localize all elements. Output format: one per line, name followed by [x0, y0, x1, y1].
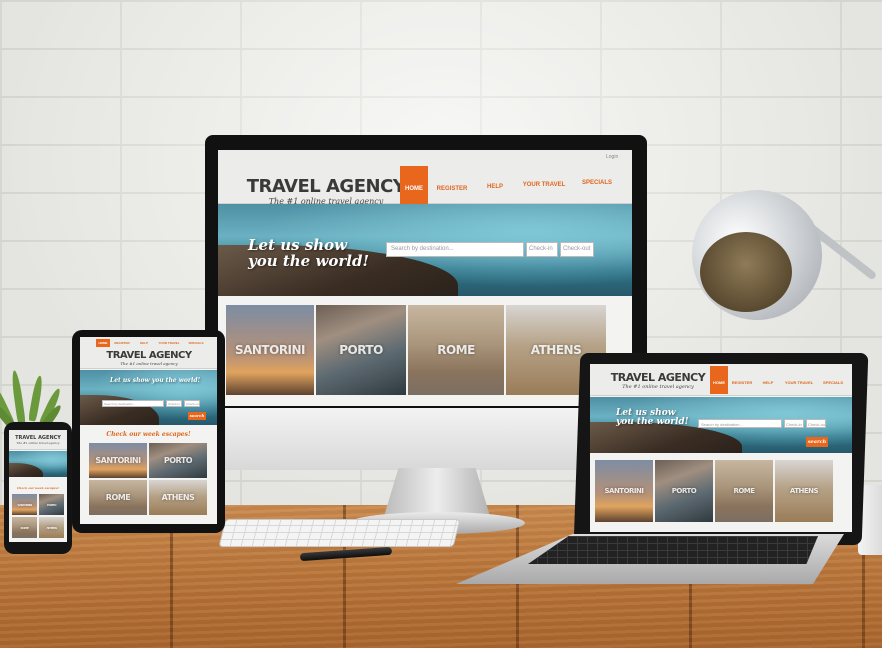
laptop-nav-home[interactable]: HOME [710, 366, 728, 394]
nav-register[interactable]: REGISTER [428, 166, 476, 204]
desktop-website: Login TRAVEL AGENCY The #1 online travel… [218, 150, 632, 406]
tablet-checkin-input[interactable]: Check-in [166, 400, 182, 407]
tablet-search-bar: Search by destination... Check-in Check-… [102, 400, 200, 407]
tablet-brand-title: TRAVEL AGENCY [106, 350, 192, 361]
tile-label: PORTO [339, 343, 383, 357]
laptop-tile-athens[interactable]: ATHENS [775, 460, 833, 522]
tablet-tile-santorini[interactable]: SANTORINI [89, 443, 147, 478]
search-bar: Search by destination... Check-in Check-… [386, 242, 594, 257]
phone-tile-porto[interactable]: PORTO [39, 494, 64, 515]
site-brand: TRAVEL AGENCY The #1 online travel agenc… [246, 176, 406, 206]
tile-label: ROME [733, 487, 755, 495]
tablet-search-input[interactable]: Search by destination... [102, 400, 164, 407]
tablet-website: HOME REGISTER HELP YOUR TRAVEL SPECIALS … [80, 337, 217, 524]
phone-hero [9, 451, 67, 477]
phone-tiles: SANTORINI PORTO ROME ATHENS [12, 494, 64, 538]
laptop-checkin-input[interactable]: Check-in [784, 419, 804, 428]
laptop-slogan: Let us show you the world! [616, 408, 689, 428]
tablet-nav: HOME REGISTER HELP YOUR TRAVEL SPECIALS [96, 339, 208, 347]
laptop-search-input[interactable]: Search by destination... [698, 419, 782, 428]
laptop-keyboard [528, 536, 818, 564]
slogan-line-2: you the world! [248, 251, 370, 270]
tablet-tile-rome[interactable]: ROME [89, 480, 147, 515]
laptop-nav-help[interactable]: HELP [756, 366, 780, 394]
laptop-search-button[interactable]: search [806, 437, 828, 447]
phone-hero-rock [9, 462, 43, 477]
tile-label: ROME [105, 493, 131, 502]
phone-tile-rome[interactable]: ROME [12, 517, 37, 538]
checkin-input[interactable]: Check-in [526, 242, 558, 257]
tile-santorini[interactable]: SANTORINI [226, 305, 314, 395]
laptop-hero: Let us show you the world! Search by des… [590, 397, 852, 453]
laptop-brand-title: TRAVEL AGENCY [610, 371, 706, 384]
laptop-checkout-input[interactable]: Check-out [806, 419, 826, 428]
phone-tile-santorini[interactable]: SANTORINI [12, 494, 37, 515]
keyboard [218, 519, 461, 547]
tile-label: SANTORINI [604, 487, 644, 495]
tile-label: PORTO [671, 487, 697, 495]
desk-lamp-bulb-area [700, 232, 792, 312]
checkout-input[interactable]: Check-out [560, 242, 594, 257]
tile-label: ATHENS [530, 343, 582, 357]
nav-your-travel[interactable]: YOUR TRAVEL [514, 166, 574, 204]
nav-specials[interactable]: SPECIALS [574, 166, 620, 204]
tablet-hero: Let us show you the world! Search by des… [80, 370, 217, 425]
destination-tiles: SANTORINI PORTO ROME ATHENS [226, 305, 608, 395]
tile-label: ROME [20, 525, 29, 530]
laptop-search-bar: Search by destination... Check-in Check-… [698, 419, 826, 428]
tile-label: PORTO [163, 456, 193, 465]
tile-label: ATHENS [46, 525, 57, 530]
tile-label: PORTO [46, 502, 57, 507]
login-link[interactable]: Login [606, 154, 618, 160]
tablet-slogan-line: Let us show you the world! [110, 377, 201, 384]
laptop-website: TRAVEL AGENCY The #1 online travel agenc… [590, 364, 852, 532]
brand-title: TRAVEL AGENCY [246, 176, 406, 197]
nav-home[interactable]: HOME [400, 166, 428, 204]
tablet-brand-tagline: The #1 online travel agency [120, 361, 178, 366]
tablet-nav-home[interactable]: HOME [96, 339, 110, 347]
phone-website: TRAVEL AGENCY The #1 online travel agenc… [9, 430, 67, 542]
tile-label: SANTORINI [17, 502, 32, 507]
tablet-nav-your-travel[interactable]: YOUR TRAVEL [154, 339, 184, 347]
tile-label: ATHENS [789, 487, 819, 495]
tablet-nav-help[interactable]: HELP [134, 339, 154, 347]
hero-slogan: Let us show you the world! [248, 237, 370, 270]
tile-label: ATHENS [161, 493, 195, 502]
tablet-search-button[interactable]: search [188, 412, 206, 420]
tile-label: SANTORINI [234, 343, 306, 357]
laptop-brand: TRAVEL AGENCY The #1 online travel agenc… [610, 371, 706, 390]
phone-subheading: Check our week escapes! [16, 486, 60, 490]
nav-help[interactable]: HELP [476, 166, 514, 204]
tablet-subheading: Check our week escapes! [106, 431, 191, 438]
tablet-slogan: Let us show you the world! [110, 377, 201, 384]
tablet-tile-porto[interactable]: PORTO [149, 443, 207, 478]
phone-brand: TRAVEL AGENCY The #1 online travel agenc… [11, 435, 65, 445]
laptop-nav: HOME REGISTER HELP YOUR TRAVEL SPECIALS [710, 366, 848, 394]
destination-search-input[interactable]: Search by destination... [386, 242, 524, 257]
tile-rome[interactable]: ROME [408, 305, 504, 395]
tablet-brand: TRAVEL AGENCY The #1 online travel agenc… [104, 350, 194, 366]
laptop-slogan-line-2: you the world! [616, 417, 689, 428]
tablet-checkout-input[interactable]: Check-out [184, 400, 200, 407]
tablet-nav-register[interactable]: REGISTER [110, 339, 134, 347]
laptop-tile-porto[interactable]: PORTO [655, 460, 713, 522]
tile-label: ROME [437, 343, 475, 357]
laptop-tile-rome[interactable]: ROME [715, 460, 773, 522]
main-nav: HOME REGISTER HELP YOUR TRAVEL SPECIALS [400, 166, 620, 204]
tile-label: SANTORINI [95, 456, 141, 465]
laptop-tiles: SANTORINI PORTO ROME ATHENS [595, 460, 833, 522]
phone-tile-athens[interactable]: ATHENS [39, 517, 64, 538]
hero-banner: Let us show you the world! Search by des… [218, 204, 632, 296]
laptop-tile-santorini[interactable]: SANTORINI [595, 460, 653, 522]
laptop-nav-your-travel[interactable]: YOUR TRAVEL [780, 366, 818, 394]
laptop-nav-register[interactable]: REGISTER [728, 366, 756, 394]
laptop-brand-tagline: The #1 online travel agency [622, 384, 694, 390]
tablet-nav-specials[interactable]: SPECIALS [184, 339, 208, 347]
tablet-tile-athens[interactable]: ATHENS [149, 480, 207, 515]
phone-brand-tagline: The #1 online travel agency [16, 441, 60, 445]
tile-porto[interactable]: PORTO [316, 305, 406, 395]
laptop-nav-specials[interactable]: SPECIALS [818, 366, 848, 394]
tablet-tiles: SANTORINI PORTO ROME ATHENS [89, 443, 207, 515]
